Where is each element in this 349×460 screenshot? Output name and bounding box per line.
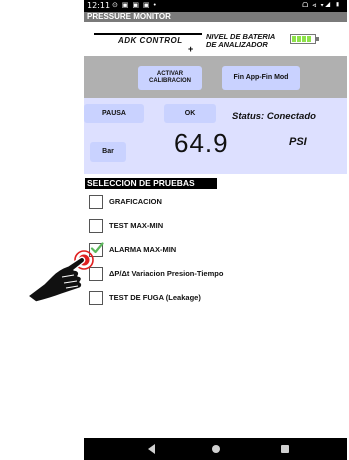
activate-calibration-button[interactable]: ACTIVAR CALIBRACION	[138, 66, 202, 90]
logo-plus-icon: +	[188, 44, 194, 54]
nav-home-icon[interactable]	[212, 445, 220, 453]
checkbox[interactable]	[89, 219, 103, 233]
battery-label-line2: DE ANALIZADOR	[206, 40, 268, 49]
control-panel: ACTIVAR CALIBRACION Fin App-Fin Mod	[84, 56, 347, 98]
pause-button[interactable]: PAUSA	[84, 104, 144, 123]
logo: ADK CONTROL	[118, 36, 183, 45]
logo-underline	[94, 33, 202, 35]
bar-unit-button[interactable]: Bar	[90, 142, 126, 162]
phone-screen: 12:11 ⊙ ▣ ▣ ▣ • ᗝ ⊲ ▾◢ ▮ PRESSURE MONITO…	[84, 0, 347, 460]
fin-mode-button[interactable]: Fin App-Fin Mod	[222, 66, 300, 90]
ok-button[interactable]: OK	[164, 104, 216, 123]
connection-status: Status: Conectado	[232, 111, 316, 122]
pressure-reading: 64.9	[174, 128, 229, 158]
test-option-label: ΔP/Δt Variacion Presion-Tiempo	[109, 269, 224, 278]
calibration-label-line1: ACTIVAR	[156, 71, 184, 77]
test-option-label: TEST DE FUGA (Leakage)	[109, 293, 201, 302]
notification-icons: ⊙ ▣ ▣ ▣ •	[112, 2, 157, 9]
status-bar: 12:11 ⊙ ▣ ▣ ▣ • ᗝ ⊲ ▾◢ ▮	[84, 0, 347, 12]
monitor-panel: PAUSA OK Status: Conectado Bar 64.9 PSI	[84, 98, 347, 174]
navigation-bar	[84, 438, 347, 460]
battery-icon	[290, 34, 319, 44]
test-option-label: GRAFICACION	[109, 197, 162, 206]
tests-section-title: SELECCION DE PRUEBAS	[85, 178, 217, 189]
test-option-label: TEST MAX-MIN	[109, 221, 164, 230]
app-header: ADK CONTROL + NIVEL DE BATERIA DE ANALIZ…	[84, 22, 347, 56]
battery-fill	[292, 36, 311, 42]
calibration-label-line2: CALIBRACION	[149, 78, 191, 84]
pressure-unit: PSI	[289, 136, 307, 148]
battery-nub	[316, 37, 319, 41]
app-title: PRESSURE MONITOR	[87, 12, 171, 21]
nav-back-icon[interactable]	[148, 444, 155, 454]
battery-label: NIVEL DE BATERIA DE ANALIZADOR	[206, 33, 275, 49]
app-title-bar: PRESSURE MONITOR	[84, 12, 347, 22]
system-icons: ᗝ ⊲ ▾◢ ▮	[302, 2, 341, 9]
status-time: 12:11	[87, 1, 111, 10]
test-option-label: ALARMA MAX-MIN	[109, 245, 177, 254]
nav-recent-icon[interactable]	[281, 445, 289, 453]
checkbox[interactable]	[89, 195, 103, 209]
hand-pointer-icon	[27, 250, 94, 302]
